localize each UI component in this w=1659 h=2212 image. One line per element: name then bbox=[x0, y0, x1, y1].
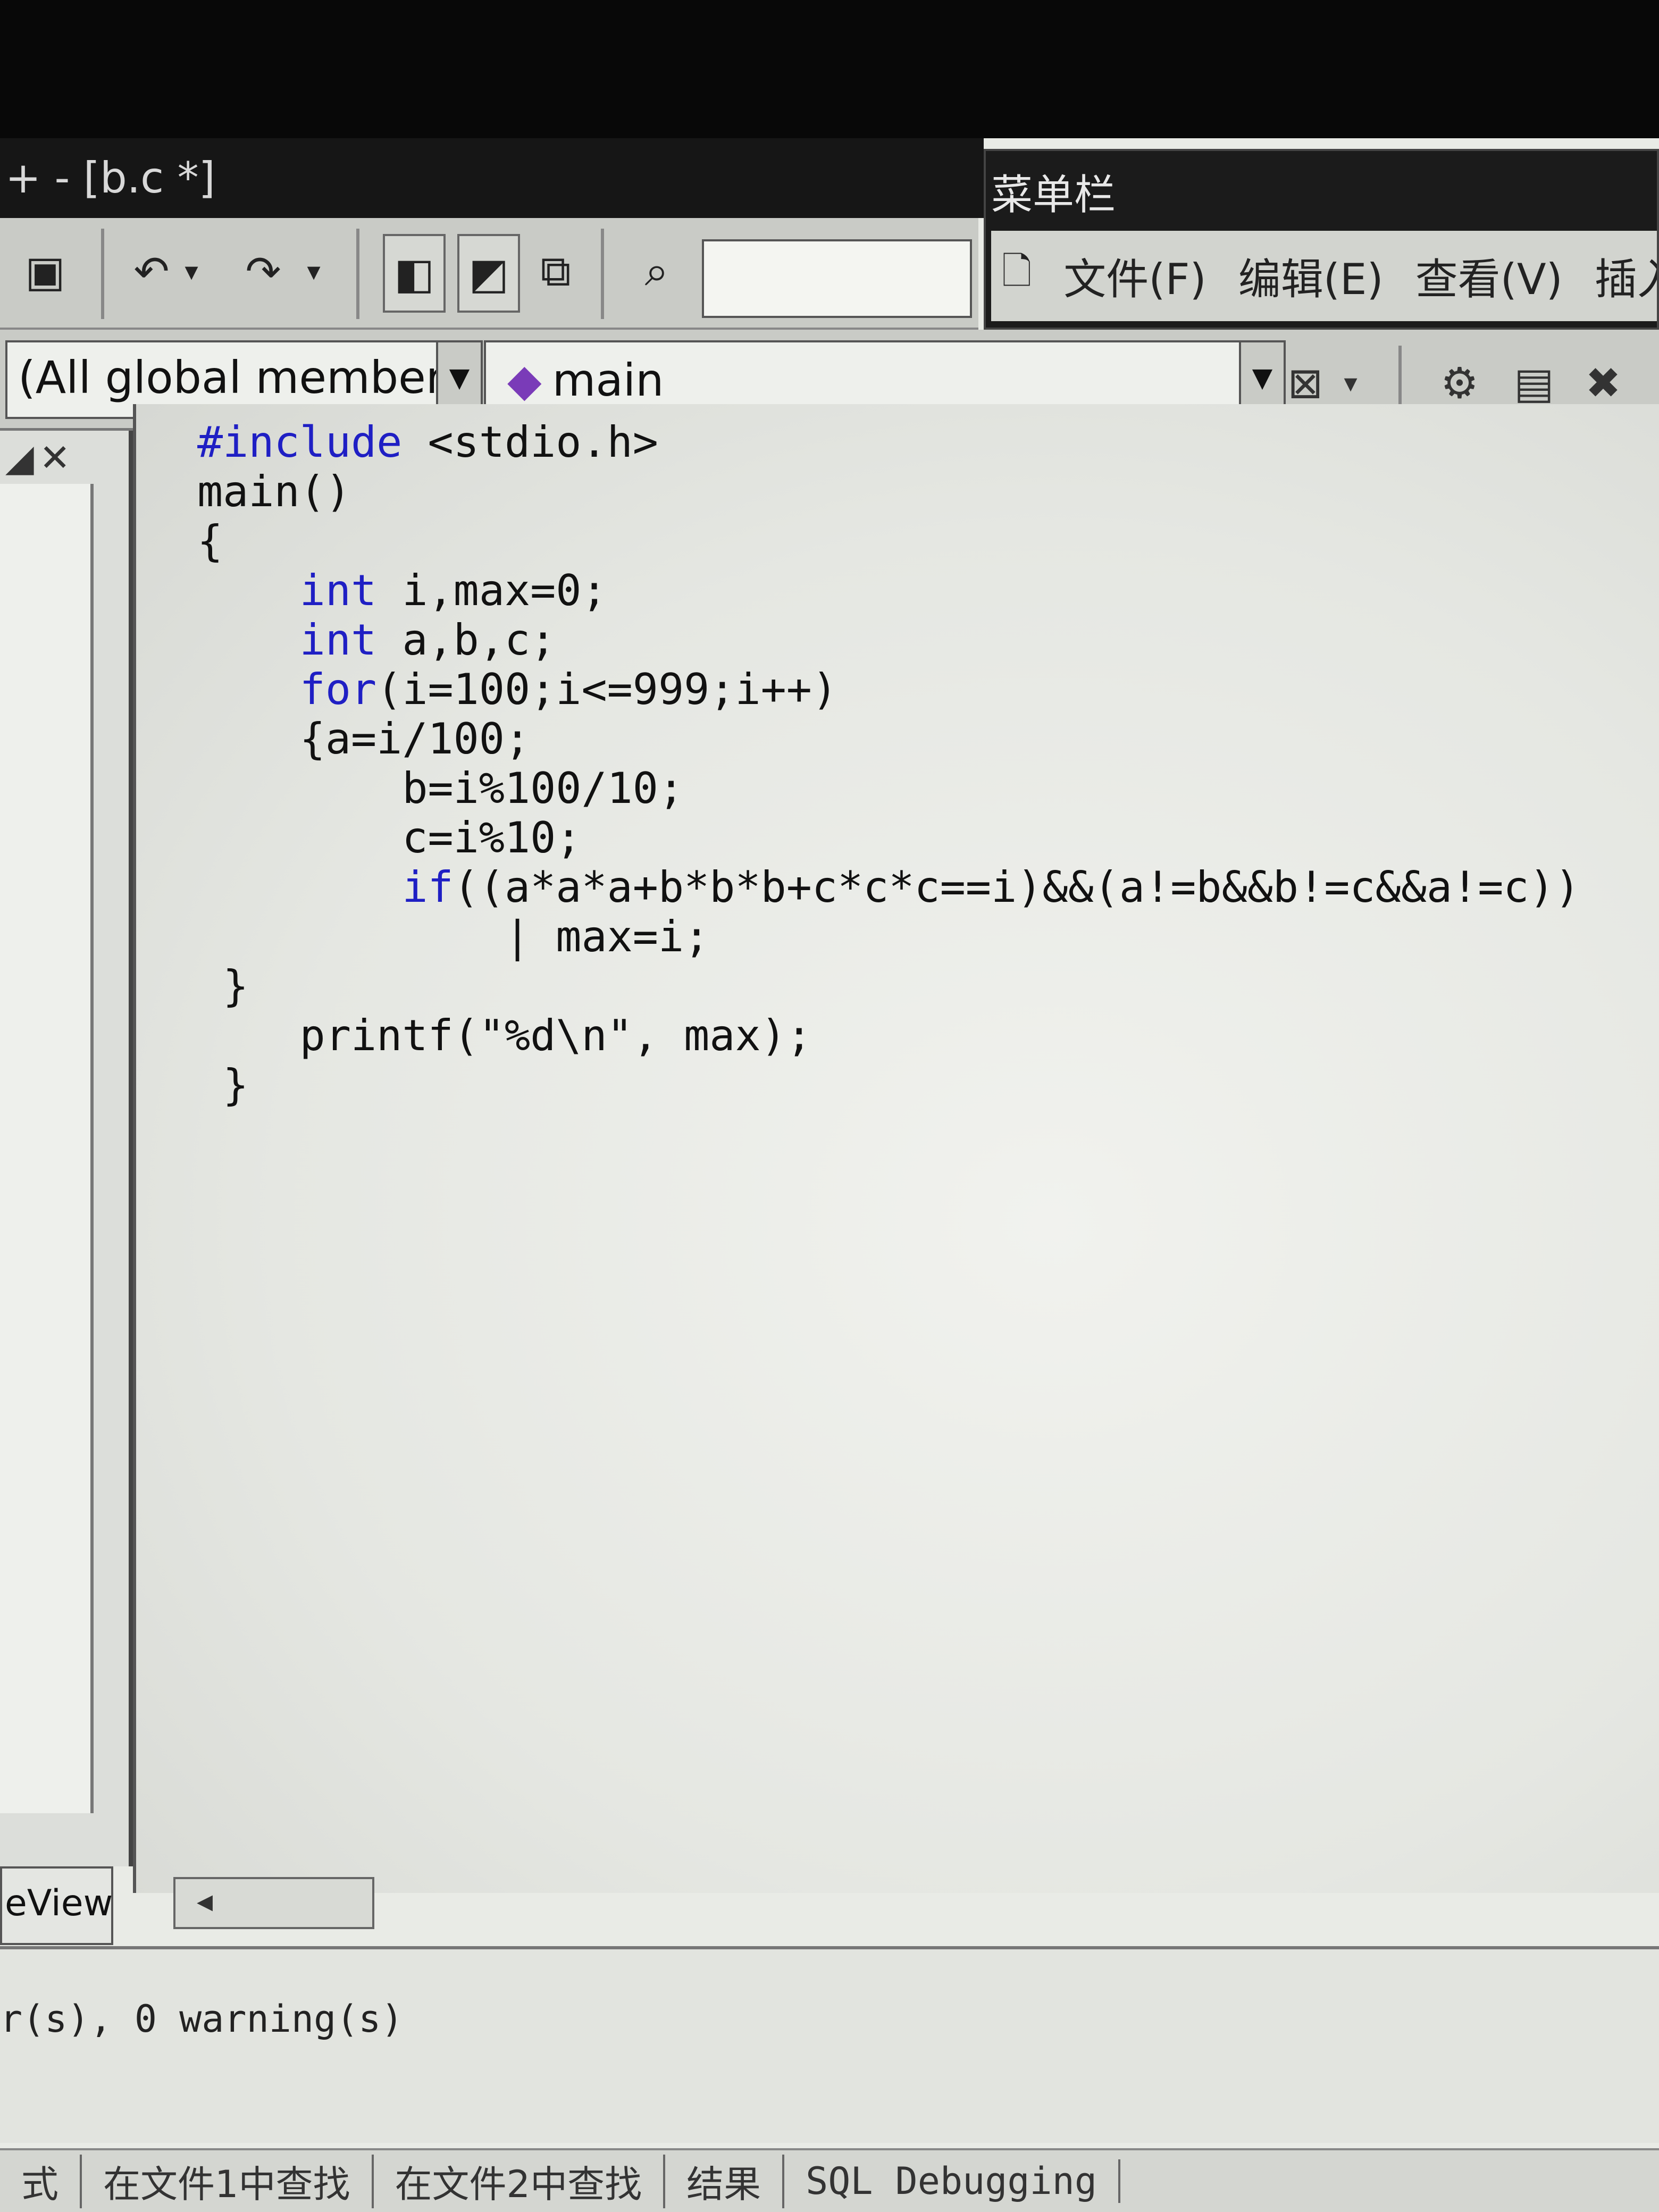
code-line: b=i%100/10; bbox=[197, 764, 1580, 813]
code-line: c=i%10; bbox=[197, 813, 1580, 862]
code-line: int i,max=0; bbox=[197, 566, 1580, 615]
undo-dropdown-icon[interactable]: ▾ bbox=[175, 234, 207, 308]
menu-bar: 🗋 文件(F) 编辑(E) 查看(V) 插入(I) bbox=[991, 231, 1657, 321]
workspace-tab[interactable]: eView bbox=[0, 1866, 113, 1945]
code-text: {a=i/100; bbox=[197, 714, 531, 764]
code-line: #include <stdio.h> bbox=[197, 417, 1580, 467]
pane-controls: ◢✕ bbox=[5, 436, 76, 480]
code-keyword: for bbox=[197, 665, 377, 714]
code-text: } bbox=[197, 1060, 249, 1110]
pane-dock-icon[interactable]: ◢ bbox=[5, 436, 39, 480]
code-keyword: int bbox=[197, 615, 377, 665]
menu-file[interactable]: 文件(F) bbox=[1063, 245, 1206, 307]
code-line: } bbox=[197, 961, 1580, 1011]
scroll-left-icon[interactable]: ◂ bbox=[197, 1882, 213, 1920]
menu-insert[interactable]: 插入(I) bbox=[1595, 245, 1657, 307]
document-icon: 🗋 bbox=[1002, 249, 1032, 293]
code-keyword: int bbox=[197, 566, 377, 615]
workspace-tree[interactable] bbox=[0, 484, 94, 1813]
redo-dropdown-icon[interactable]: ▾ bbox=[298, 234, 330, 308]
code-line: | max=i; bbox=[197, 912, 1580, 961]
code-text: | max=i; bbox=[197, 912, 710, 961]
workspace-pane: ◢✕ eView bbox=[0, 431, 133, 1945]
menu-edit[interactable]: 编辑(E) bbox=[1238, 245, 1384, 307]
tab-find-in-files-2[interactable]: 在文件2中查找 bbox=[374, 2154, 666, 2208]
chevron-down-icon[interactable]: ▼ bbox=[436, 342, 481, 413]
code-text: c=i%10; bbox=[197, 813, 582, 862]
member-select-value: main bbox=[552, 354, 664, 406]
code-keyword: if bbox=[197, 862, 454, 912]
tab-find-in-files-1[interactable]: 在文件1中查找 bbox=[82, 2154, 374, 2208]
window-title: + - [b.c *] bbox=[0, 138, 984, 218]
output-icon[interactable]: ◩ bbox=[457, 234, 520, 313]
code-line: } bbox=[197, 1060, 1580, 1110]
code-text: } bbox=[197, 961, 249, 1011]
redo-icon[interactable]: ↷ bbox=[234, 234, 292, 308]
code-text: printf("%d\n", max); bbox=[197, 1011, 812, 1060]
toolbar-separator bbox=[356, 229, 359, 319]
code-line: int a,b,c; bbox=[197, 615, 1580, 665]
output-tabs: 式 在文件1中查找 在文件2中查找 结果 SQL Debugging bbox=[0, 2148, 1659, 2212]
code-keyword: #include bbox=[197, 417, 403, 467]
code-text: i,max=0; bbox=[376, 566, 607, 615]
workspace-icon[interactable]: ◧ bbox=[383, 234, 446, 313]
code-line: if((a*a*a+b*b*b+c*c*c==i)&&(a!=b&&b!=c&&… bbox=[197, 862, 1580, 912]
menu-panel: 菜单栏 🗋 文件(F) 编辑(E) 查看(V) 插入(I) bbox=[984, 149, 1659, 330]
code-text: ((a*a*a+b*b*b+c*c*c==i)&&(a!=b&&b!=c&&a!… bbox=[453, 862, 1580, 912]
code-line: main() bbox=[197, 467, 1580, 516]
code-lines: #include <stdio.h> main(){ int i,max=0; i… bbox=[197, 417, 1580, 1110]
paste-icon[interactable]: ▣ bbox=[16, 234, 74, 308]
code-text: { bbox=[197, 516, 223, 566]
horizontal-scrollbar[interactable]: ◂ bbox=[173, 1877, 374, 1929]
function-icon: ◆ bbox=[507, 354, 542, 406]
tab-sql-debugging[interactable]: SQL Debugging bbox=[784, 2159, 1120, 2203]
code-line: { bbox=[197, 516, 1580, 566]
close-icon[interactable]: ✕ bbox=[39, 436, 76, 480]
window-list-icon[interactable]: ⧉ bbox=[526, 234, 585, 308]
standard-toolbar: ▣ ↶ ▾ ↷ ▾ ◧ ◩ ⧉ ⌕ bbox=[0, 218, 978, 330]
code-text: <stdio.h> bbox=[402, 417, 658, 467]
code-text: main() bbox=[197, 467, 351, 516]
tab-build[interactable]: 式 bbox=[0, 2154, 82, 2208]
output-window: r(s), 0 warning(s) bbox=[0, 1946, 1659, 2143]
code-text: b=i%100/10; bbox=[197, 764, 684, 813]
code-text: (i=100;i<=999;i++) bbox=[376, 665, 838, 714]
find-input[interactable] bbox=[702, 239, 972, 318]
code-text: a,b,c; bbox=[376, 615, 556, 665]
scope-select-value: (All global members bbox=[18, 351, 468, 404]
code-line: {a=i/100; bbox=[197, 714, 1580, 764]
toolbar-separator bbox=[101, 229, 104, 319]
menu-panel-title: 菜单栏 bbox=[991, 171, 1116, 219]
code-line: for(i=100;i<=999;i++) bbox=[197, 665, 1580, 714]
code-line: printf("%d\n", max); bbox=[197, 1011, 1580, 1060]
find-in-files-icon[interactable]: ⌕ bbox=[627, 234, 686, 308]
code-editor[interactable]: #include <stdio.h> main(){ int i,max=0; i… bbox=[133, 404, 1659, 1929]
toolbar-separator bbox=[601, 229, 604, 319]
screen-bezel bbox=[0, 0, 1659, 138]
menu-view[interactable]: 查看(V) bbox=[1415, 245, 1563, 307]
undo-icon[interactable]: ↶ bbox=[122, 234, 181, 308]
tab-results[interactable]: 结果 bbox=[665, 2154, 785, 2208]
build-output-text: r(s), 0 warning(s) bbox=[0, 1997, 404, 2041]
